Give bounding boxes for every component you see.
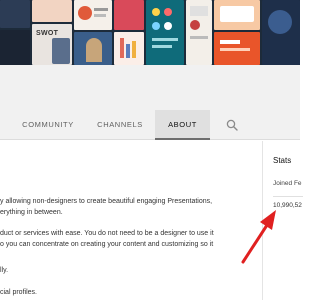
banner-tile-label: SWOT [36, 30, 59, 37]
banner-tile [114, 32, 144, 65]
channel-banner: SWOT [0, 0, 300, 65]
description-line: erything in between. [0, 209, 63, 216]
stats-divider [273, 196, 303, 197]
description-line: duct or services with ease. You do not n… [0, 230, 214, 237]
tab-about[interactable]: ABOUT [155, 110, 210, 140]
banner-tile [262, 0, 300, 65]
channel-header-area [0, 65, 300, 110]
banner-tile [0, 0, 30, 28]
banner-tile [146, 0, 184, 65]
search-icon[interactable] [226, 119, 238, 131]
banner-tile-swot: SWOT [32, 24, 72, 65]
banner-tile [32, 0, 72, 22]
banner-tile [186, 0, 212, 65]
description-line: o you can concentrate on creating your c… [0, 241, 214, 248]
banner-tile [214, 32, 260, 65]
tab-channels[interactable]: CHANNELS [92, 110, 148, 140]
description-line: lly. [0, 267, 9, 274]
view-count: 10,990,52 [273, 202, 302, 209]
banner-tile [74, 0, 112, 30]
banner-tile [214, 0, 260, 30]
banner-tile [114, 0, 144, 30]
description-line: cial profiles. [0, 289, 37, 296]
stats-title: Stats [273, 156, 292, 165]
description-line: y allowing non-designers to create beaut… [0, 198, 213, 205]
tab-community[interactable]: COMMUNITY [18, 110, 78, 140]
banner-tile [0, 30, 30, 65]
banner-tile [74, 32, 112, 65]
about-description: y allowing non-designers to create beaut… [0, 141, 300, 300]
joined-date: Joined Fe [273, 180, 302, 187]
channel-tabs: COMMUNITY CHANNELS ABOUT [0, 110, 300, 140]
stats-panel: Stats Joined Fe 10,990,52 [262, 141, 303, 300]
